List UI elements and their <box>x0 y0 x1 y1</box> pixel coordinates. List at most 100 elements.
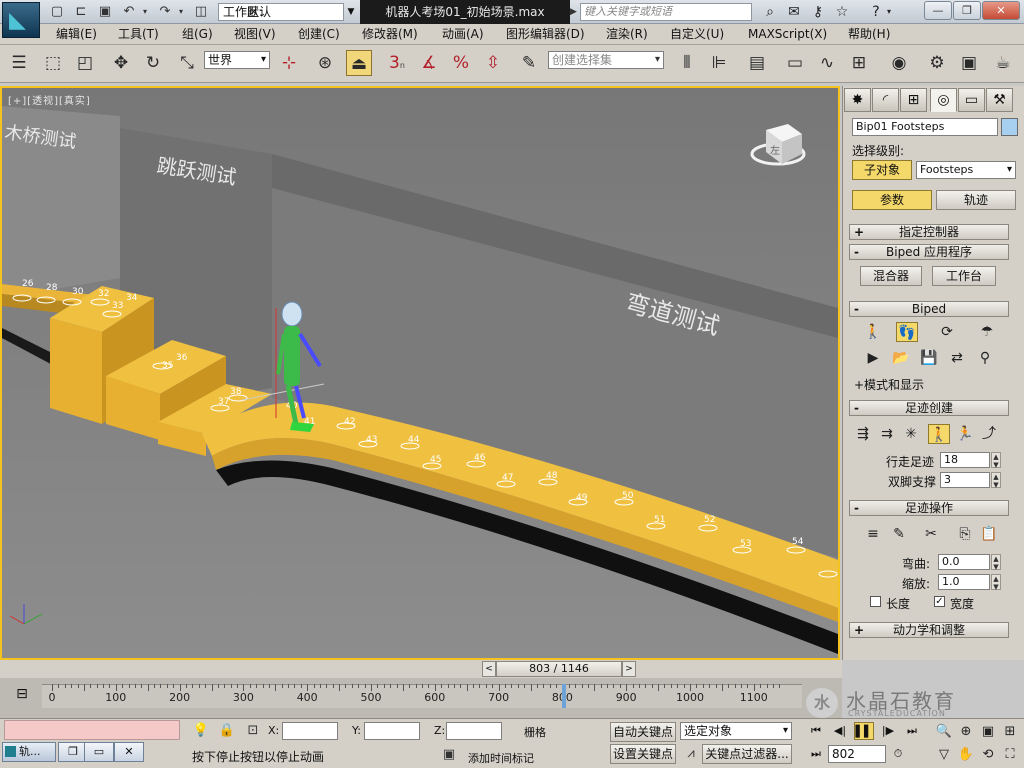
redo-icon[interactable]: ↷ <box>156 3 174 21</box>
binoculars-icon[interactable]: ⌕ <box>760 3 780 21</box>
field-of-view-icon[interactable]: ▽ <box>934 745 954 765</box>
double-support-spinner-icon[interactable]: ▲ ▼ <box>991 472 1001 489</box>
restore-button[interactable]: ❐ <box>953 1 981 20</box>
trajectory-button[interactable]: 轨迹 <box>936 190 1016 210</box>
double-support-field[interactable]: 3 <box>940 472 990 488</box>
taskbar-close-button[interactable]: ✕ <box>114 742 144 762</box>
help-icon[interactable]: ? <box>866 3 886 21</box>
menu-help[interactable]: 帮助(H) <box>848 26 890 43</box>
undo-dropdown-icon[interactable]: ▾ <box>140 3 150 21</box>
rect-selection-icon[interactable]: ⬚ <box>40 50 66 76</box>
deactivate-footsteps-icon[interactable]: ✎ <box>888 524 910 544</box>
rollout-biped-apps[interactable]: - Biped 应用程序 <box>849 244 1009 260</box>
menu-group[interactable]: 组(G) <box>182 26 213 43</box>
help-dropdown-icon[interactable]: ▾ <box>884 3 894 21</box>
new-file-icon[interactable]: ▢ <box>48 3 66 21</box>
rollout-dynamics[interactable]: + 动力学和调整 <box>849 622 1009 638</box>
project-folder-icon[interactable]: ◫ <box>192 3 210 21</box>
favorites-star-icon[interactable]: ☆ <box>832 3 852 21</box>
bend-field[interactable]: 0.0 <box>938 554 990 570</box>
reference-coord-dropdown[interactable]: 世界 <box>204 51 270 69</box>
sub-object-dropdown[interactable]: Footsteps <box>916 161 1016 179</box>
key-filters-icon[interactable]: ⩘ <box>682 745 700 763</box>
open-file-icon[interactable]: ⊏ <box>72 3 90 21</box>
previous-frame-icon[interactable]: ◀| <box>830 722 850 740</box>
workspace-dropdown-arrow-icon[interactable]: ▼ <box>344 3 358 21</box>
length-checkbox[interactable] <box>870 596 881 607</box>
delete-footsteps-icon[interactable]: ✂ <box>920 524 942 544</box>
time-slider-prev-icon[interactable]: < <box>482 661 496 677</box>
rollout-assign-controller[interactable]: + 指定控制器 <box>849 224 1009 240</box>
y-coordinate-field[interactable] <box>364 722 420 740</box>
viewport-label[interactable]: [+][透视][真实] <box>8 92 91 107</box>
material-editor-icon[interactable]: ◉ <box>886 50 912 76</box>
zoom-extents-all-icon[interactable]: ⊞ <box>1000 722 1020 742</box>
load-file-icon[interactable]: 📂 <box>890 348 912 368</box>
set-key-button[interactable]: 设置关键点 <box>610 744 676 764</box>
activate-footsteps-icon[interactable]: ✳ <box>900 424 922 444</box>
paste-footsteps-icon[interactable]: 📋 <box>978 524 1000 544</box>
select-by-name-icon[interactable]: ☰ <box>6 50 32 76</box>
menu-tools[interactable]: 工具(T) <box>118 26 159 43</box>
rollout-footstep-ops[interactable]: - 足迹操作 <box>849 500 1009 516</box>
convert-icon[interactable]: ⇄ <box>946 348 968 368</box>
menu-animation[interactable]: 动画(A) <box>442 26 484 43</box>
modify-tab-icon[interactable]: ◜ <box>872 88 899 112</box>
object-color-swatch[interactable] <box>1001 118 1018 136</box>
create-footsteps-append-icon[interactable]: ⇶ <box>852 424 874 444</box>
zoom-all-icon[interactable]: ⊕ <box>956 722 976 742</box>
menu-rendering[interactable]: 渲染(R) <box>606 26 648 43</box>
workbench-button[interactable]: 工作台 <box>932 266 996 286</box>
time-slider-next-icon[interactable]: > <box>622 661 636 677</box>
window-crossing-icon[interactable]: ◰ <box>72 50 98 76</box>
edit-named-selection-icon[interactable]: ✎ <box>516 50 542 76</box>
spinner-snap-icon[interactable]: ⇳ <box>480 50 506 76</box>
walk-steps-field[interactable]: 18 <box>940 452 990 468</box>
next-frame-icon[interactable]: |▶ <box>878 722 898 740</box>
orbit-icon[interactable]: ⟲ <box>978 745 998 765</box>
width-checkbox[interactable]: ✓ <box>934 596 945 607</box>
render-setup-icon[interactable]: ⚙ <box>924 50 950 76</box>
taskbar-item[interactable]: 轨... <box>2 742 56 762</box>
z-coordinate-field[interactable] <box>446 722 502 740</box>
menu-views[interactable]: 视图(V) <box>234 26 276 43</box>
key-mode-dropdown[interactable]: 选定对象 <box>680 722 792 740</box>
undo-icon[interactable]: ↶ <box>120 3 138 21</box>
snaps-toggle-icon[interactable]: 3n <box>384 50 410 76</box>
footstep-mode-icon[interactable]: 👣 <box>896 322 918 342</box>
pan-icon[interactable]: ✋ <box>956 745 976 765</box>
hierarchy-tab-icon[interactable]: ⊞ <box>900 88 927 112</box>
move-all-mode-icon[interactable]: ⚲ <box>974 348 996 368</box>
rollout-biped[interactable]: - Biped <box>849 301 1009 317</box>
biped-playback-icon[interactable]: ▶ <box>862 348 884 368</box>
menu-create[interactable]: 创建(C) <box>298 26 340 43</box>
zoom-icon[interactable]: 🔍 <box>934 722 954 742</box>
maximize-viewport-icon[interactable]: ⛶ <box>1000 745 1020 765</box>
rotate-icon[interactable]: ↻ <box>140 50 166 76</box>
angle-snap-icon[interactable]: ∡ <box>416 50 442 76</box>
motion-tab-icon[interactable]: ◎ <box>930 88 957 112</box>
percent-snap-icon[interactable]: % <box>448 50 474 76</box>
mini-curve-editor-icon[interactable]: ⊟ <box>10 684 34 704</box>
bend-spinner-icon[interactable]: ▲ ▼ <box>991 554 1001 571</box>
time-config-icon[interactable]: ⏱ <box>888 745 908 763</box>
mixer-button[interactable]: 混合器 <box>860 266 922 286</box>
save-icon[interactable]: ▣ <box>96 3 114 21</box>
params-button[interactable]: 参数 <box>852 190 932 210</box>
time-cursor[interactable] <box>562 684 567 708</box>
minimize-button[interactable]: — <box>924 1 952 20</box>
play-stop-icon[interactable]: ▌▌ <box>854 722 874 740</box>
key-icon[interactable]: ⚷ <box>808 3 828 21</box>
copy-footsteps-icon[interactable]: ⎘ <box>954 524 976 544</box>
menu-modifiers[interactable]: 修改器(M) <box>362 26 418 43</box>
selection-lock-light-icon[interactable]: 💡 <box>192 722 210 740</box>
go-to-start-icon[interactable]: ⏮ <box>806 722 826 740</box>
close-button[interactable]: ✕ <box>982 1 1020 20</box>
perspective-viewport[interactable]: 木桥测试 跳跃测试 弯道测试 26 28 30 32 33 34 35 36 3… <box>0 86 840 660</box>
search-input[interactable]: 键入关键字或短语 <box>580 3 752 21</box>
menu-edit[interactable]: 编辑(E) <box>56 26 97 43</box>
sub-object-button[interactable]: 子对象 <box>852 160 912 180</box>
app-menu-button[interactable]: ◣ <box>2 2 40 38</box>
create-footsteps-current-icon[interactable]: ⇉ <box>876 424 898 444</box>
current-frame-field[interactable]: 802 <box>828 745 886 763</box>
